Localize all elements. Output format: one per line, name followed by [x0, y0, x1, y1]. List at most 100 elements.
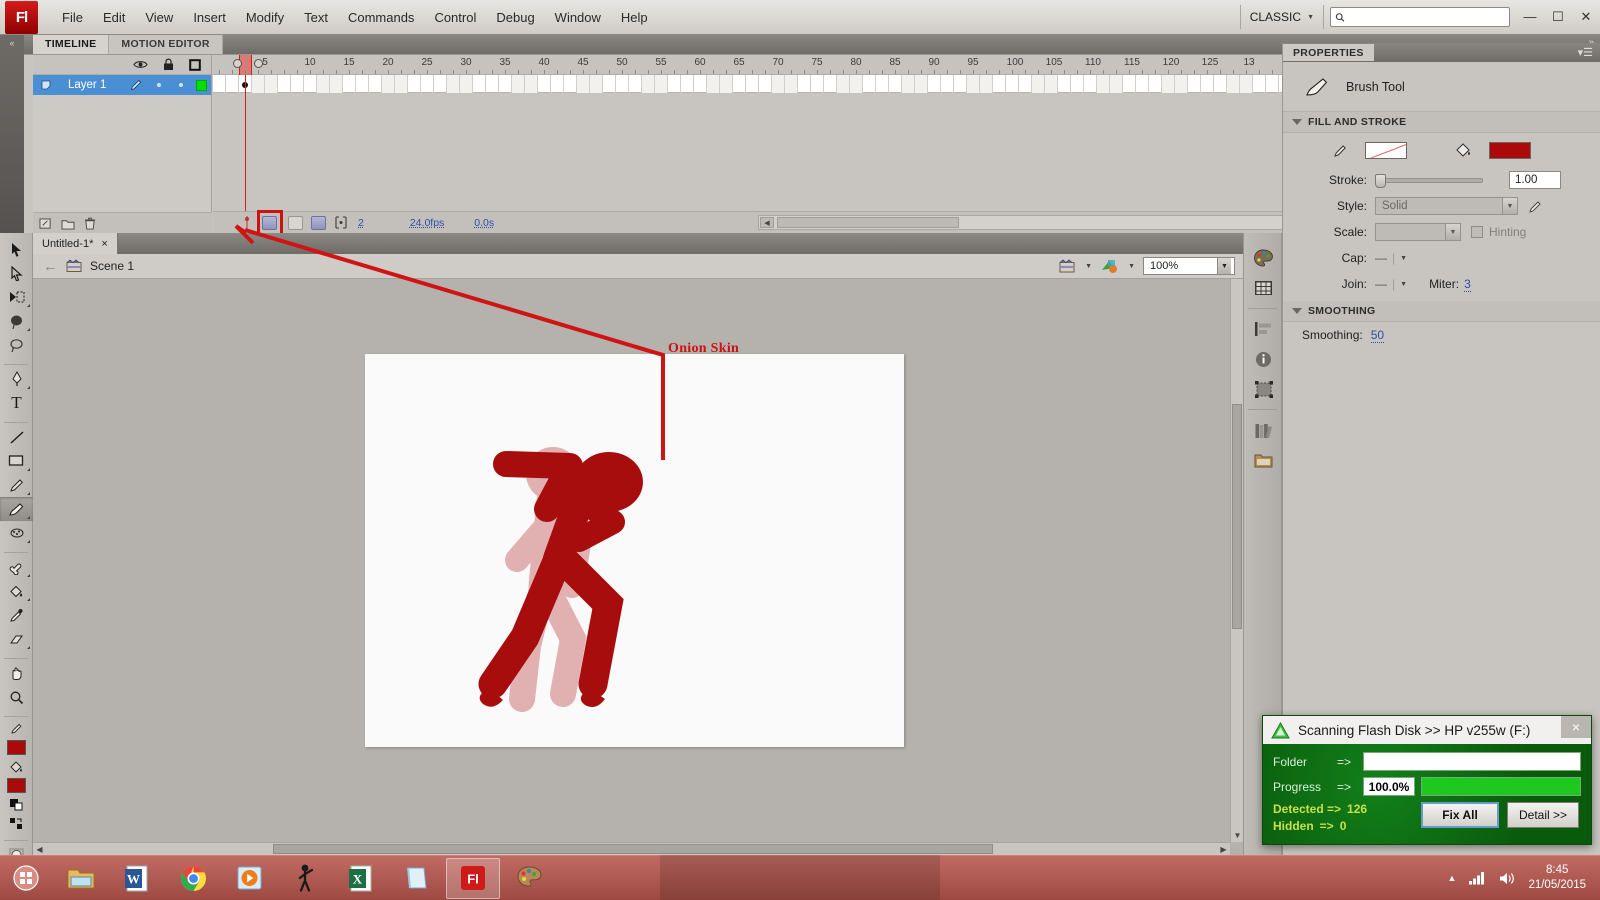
frame-cell[interactable] — [681, 75, 694, 93]
stroke-color-swatch[interactable] — [1365, 142, 1407, 159]
frame-cell[interactable] — [460, 75, 473, 93]
menu-window[interactable]: Window — [545, 6, 611, 29]
chevron-down-icon[interactable]: ▼ — [1400, 281, 1407, 288]
volume-icon[interactable] — [1498, 871, 1516, 886]
frame-cell[interactable] — [291, 75, 304, 93]
fill-color-swatch[interactable] — [0, 776, 33, 795]
frame-cell[interactable] — [1214, 75, 1227, 93]
frame-cell[interactable] — [707, 75, 720, 93]
hand-tool[interactable] — [0, 661, 33, 685]
eyedropper-tool[interactable] — [0, 603, 33, 627]
frame-cell[interactable] — [902, 75, 915, 93]
frame-cell[interactable] — [369, 75, 382, 93]
frame-cell[interactable] — [629, 75, 642, 93]
taskbar-pivot-animator[interactable] — [278, 858, 332, 899]
project-icon[interactable] — [1244, 445, 1283, 475]
menu-control[interactable]: Control — [424, 6, 486, 29]
eraser-tool[interactable] — [0, 627, 33, 651]
elapsed-time-value[interactable]: 0.0s — [474, 217, 494, 229]
taskbar-paint[interactable] — [502, 858, 556, 899]
free-transform-tool[interactable] — [0, 285, 33, 309]
show-hidden-icons[interactable]: ▲ — [1448, 873, 1457, 883]
frame-cell[interactable] — [928, 75, 941, 93]
tab-motion-editor[interactable]: MOTION EDITOR — [109, 35, 222, 54]
clock[interactable]: 8:45 21/05/2015 — [1528, 863, 1586, 893]
frame-cell[interactable] — [603, 75, 616, 93]
smoothing-value[interactable]: 50 — [1371, 328, 1384, 343]
scale-select[interactable]: ▼ — [1375, 223, 1461, 241]
frame-cell[interactable] — [824, 75, 837, 93]
current-frame-number[interactable]: 2 — [358, 217, 364, 229]
fix-all-button[interactable]: Fix All — [1421, 802, 1499, 828]
layer-row[interactable]: Layer 1 — [33, 75, 211, 95]
frame-cell[interactable] — [733, 75, 746, 93]
layer-visible-dot[interactable] — [157, 83, 161, 87]
properties-panel-title[interactable]: PROPERTIES — [1283, 44, 1374, 61]
black-and-white-button[interactable] — [0, 795, 33, 814]
stroke-color-swatch[interactable] — [0, 738, 33, 757]
close-button[interactable]: ✕ — [1578, 9, 1594, 25]
menu-file[interactable]: File — [52, 6, 93, 29]
timeline-collapse-button[interactable]: « — [0, 35, 24, 233]
detail-button[interactable]: Detail >> — [1507, 802, 1579, 828]
taskbar-microsoft-excel[interactable]: X — [334, 858, 388, 899]
frame-cell[interactable] — [590, 75, 603, 93]
stick-figure-artwork[interactable] — [365, 354, 904, 747]
frame-cell[interactable] — [577, 75, 590, 93]
scroll-down-icon[interactable]: ▼ — [1231, 829, 1243, 842]
taskbar-microsoft-word[interactable]: W — [110, 858, 164, 899]
brush-tool[interactable] — [0, 497, 33, 521]
taskbar-adobe-flash[interactable]: Fl — [446, 858, 500, 899]
menu-view[interactable]: View — [135, 6, 183, 29]
frame-cell[interactable] — [1149, 75, 1162, 93]
taskbar-google-chrome[interactable] — [166, 858, 220, 899]
frame-cell[interactable] — [421, 75, 434, 93]
stroke-pencil-icon[interactable] — [1333, 143, 1349, 158]
frame-cell[interactable] — [746, 75, 759, 93]
center-frame-icon[interactable] — [242, 216, 252, 229]
frame-cell[interactable] — [1071, 75, 1084, 93]
stage-canvas[interactable] — [365, 354, 904, 747]
frame-cell[interactable] — [889, 75, 902, 93]
frame-cell[interactable] — [1110, 75, 1123, 93]
frame-cell[interactable] — [837, 75, 850, 93]
new-folder-icon[interactable] — [61, 218, 75, 230]
frame-cell[interactable] — [538, 75, 551, 93]
layer-outline-swatch[interactable] — [196, 80, 207, 91]
frame-cell[interactable] — [850, 75, 863, 93]
stroke-color-picker[interactable] — [0, 719, 33, 738]
scene-name[interactable]: Scene 1 — [90, 259, 134, 273]
search-input[interactable] — [1348, 11, 1505, 23]
frame-cell[interactable] — [408, 75, 421, 93]
frame-cell[interactable] — [564, 75, 577, 93]
fill-color-picker[interactable] — [0, 757, 33, 776]
onion-marker-end[interactable] — [254, 59, 263, 68]
close-icon[interactable]: × — [1561, 716, 1591, 738]
frame-cell[interactable] — [226, 75, 239, 93]
frame-cell[interactable] — [356, 75, 369, 93]
fill-paint-bucket-icon[interactable] — [1455, 142, 1473, 158]
modify-onion-markers-icon[interactable] — [334, 216, 348, 229]
frame-cell[interactable] — [1058, 75, 1071, 93]
zoom-level-select[interactable]: 100% ▼ — [1143, 257, 1235, 275]
document-tab[interactable]: Untitled-1* × — [33, 233, 118, 254]
frame-cell[interactable] — [759, 75, 772, 93]
selection-tool[interactable] — [0, 237, 33, 261]
tab-timeline[interactable]: TIMELINE — [33, 35, 109, 54]
menu-insert[interactable]: Insert — [183, 6, 236, 29]
frame-cell[interactable] — [382, 75, 395, 93]
frame-cell[interactable] — [993, 75, 1006, 93]
slider-handle[interactable] — [1375, 174, 1386, 188]
rectangle-tool[interactable] — [0, 449, 33, 473]
antivirus-scan-dialog[interactable]: Scanning Flash Disk >> HP v255w (F:) × F… — [1262, 715, 1592, 845]
frame-cell[interactable] — [655, 75, 668, 93]
taskbar-notepad[interactable] — [390, 858, 444, 899]
taskbar-media-player[interactable] — [222, 858, 276, 899]
new-layer-icon[interactable] — [39, 218, 52, 230]
chevron-down-icon[interactable]: ▼ — [1400, 255, 1407, 262]
panel-menu-icon[interactable]: ▾☰ — [1578, 46, 1600, 59]
chevron-down-icon[interactable] — [1292, 308, 1302, 314]
zoom-tool[interactable] — [0, 685, 33, 709]
eye-icon[interactable] — [133, 59, 148, 70]
chevron-down-icon[interactable]: ▼ — [1128, 263, 1135, 270]
